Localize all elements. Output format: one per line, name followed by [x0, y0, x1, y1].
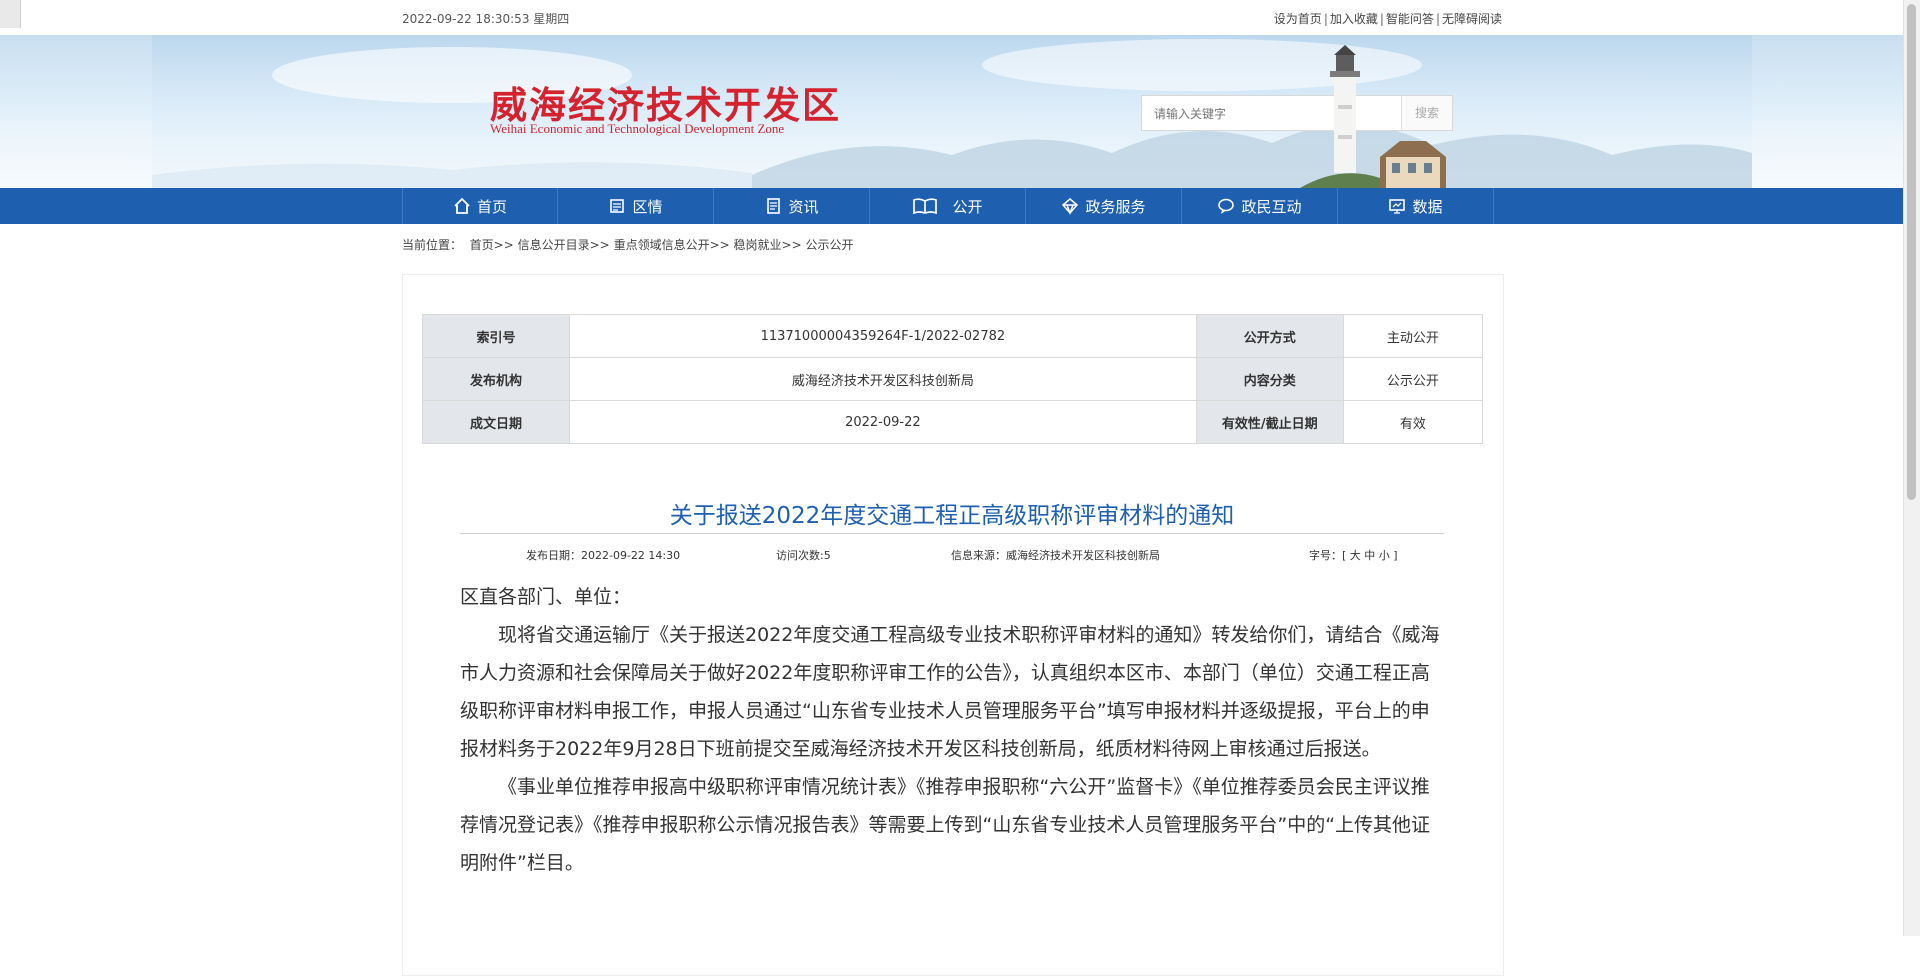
- category-label: 内容分类: [1195, 357, 1344, 401]
- document-icon: [767, 198, 781, 214]
- breadcrumb-sep: >>: [493, 238, 514, 252]
- banner-background: [152, 35, 1752, 188]
- publisher-label: 发布机构: [422, 357, 570, 401]
- nav-label: 资讯: [788, 197, 819, 216]
- table-row: 索引号 11371000004359264F-1/2022-02782 公开方式…: [422, 314, 1484, 358]
- title-divider: [460, 533, 1444, 534]
- monitor-icon: [1389, 199, 1406, 214]
- breadcrumb-key-areas[interactable]: 重点领域信息公开: [614, 238, 710, 252]
- article-title: 关于报送2022年度交通工程正高级职称评审材料的通知: [669, 503, 1235, 529]
- news-paper-icon: [610, 199, 625, 213]
- breadcrumb-public-notice[interactable]: 公示公开: [805, 238, 853, 252]
- breadcrumb-sep: >>: [589, 238, 610, 252]
- nav-item-data[interactable]: 数据: [1338, 188, 1494, 224]
- current-datetime: 2022-09-22 18:30:53 星期四: [402, 12, 570, 26]
- header-banner: 威海经济技术开发区 Weihai Economic and Technologi…: [0, 35, 1904, 188]
- body-paragraph: 《事业单位推荐申报高中级职称评审情况统计表》《推荐申报职称“六公开”监督卡》《单…: [460, 776, 1431, 874]
- table-row: 成文日期 2022-09-22 有效性/截止日期 有效: [422, 400, 1484, 444]
- nav-item-news[interactable]: 资讯: [714, 188, 870, 224]
- breadcrumb-home[interactable]: 首页: [470, 238, 494, 252]
- corner-button[interactable]: [0, 0, 21, 28]
- nav-label: 首页: [476, 197, 507, 216]
- main-nav: 首页 区情 资讯 公开 政务服务 政民互动 数据: [0, 188, 1904, 224]
- chat-icon: [1218, 198, 1235, 214]
- written-date-label: 成文日期: [422, 400, 570, 444]
- home-icon: [454, 197, 470, 214]
- font-size-switcher[interactable]: 字号：[ 大 中 小 ]: [1309, 547, 1398, 563]
- nav-item-district[interactable]: 区情: [558, 188, 714, 224]
- validity-value: 有效: [1342, 400, 1484, 444]
- nav-item-interaction[interactable]: 政民互动: [1182, 188, 1338, 224]
- site-logo-english: Weihai Economic and Technological Develo…: [490, 121, 785, 136]
- metadata-table: 索引号 11371000004359264F-1/2022-02782 公开方式…: [422, 314, 1484, 444]
- index-number-value: 11371000004359264F-1/2022-02782: [569, 314, 1197, 358]
- nav-item-home[interactable]: 首页: [402, 188, 558, 224]
- table-row: 发布机构 威海经济技术开发区科技创新局 内容分类 公示公开: [422, 357, 1484, 401]
- nav-label: 公开: [952, 197, 983, 216]
- info-source: 信息来源：威海经济技术开发区科技创新局: [951, 549, 1160, 562]
- scroll-thumb[interactable]: [1907, 4, 1916, 500]
- nav-item-public[interactable]: 公开: [870, 188, 1026, 224]
- body-paragraph: 现将省交通运输厅《关于报送2022年度交通工程高级专业技术职称评审材料的通知》转…: [460, 624, 1440, 760]
- smart-qa-link[interactable]: 智能问答: [1386, 12, 1434, 26]
- index-number-label: 索引号: [422, 314, 570, 358]
- vertical-scrollbar[interactable]: [1903, 0, 1920, 936]
- breadcrumb-sep: >>: [781, 238, 802, 252]
- mountains-decoration: [152, 39, 1752, 188]
- add-favorite-link[interactable]: 加入收藏: [1330, 12, 1378, 26]
- breadcrumb-employment[interactable]: 稳岗就业: [734, 238, 782, 252]
- lighthouse-illustration: [1300, 45, 1446, 188]
- nav-label: 数据: [1412, 197, 1443, 216]
- set-homepage-link[interactable]: 设为首页: [1274, 12, 1322, 26]
- top-links: 设为首页 | 加入收藏 | 智能问答 | 无障碍阅读: [1273, 12, 1502, 26]
- article-body: 区直各部门、单位： 现将省交通运输厅《关于报送2022年度交通工程高级专业技术职…: [460, 578, 1444, 882]
- breadcrumb: 当前位置： 首页>> 信息公开目录>> 重点领域信息公开>> 稳岗就业>> 公示…: [402, 236, 853, 253]
- visit-count: 访问次数:5: [776, 549, 831, 562]
- diamond-icon: [1062, 198, 1079, 215]
- publish-date: 发布日期：2022-09-22 14:30: [526, 549, 681, 562]
- book-icon: [913, 198, 938, 215]
- disclosure-mode-value: 主动公开: [1342, 314, 1484, 358]
- nav-label: 政务服务: [1085, 197, 1146, 216]
- disclosure-mode-label: 公开方式: [1195, 314, 1344, 358]
- breadcrumb-sep: >>: [709, 238, 730, 252]
- category-value: 公示公开: [1342, 357, 1484, 401]
- breadcrumb-info-catalog[interactable]: 信息公开目录: [518, 238, 590, 252]
- top-bar: 2022-09-22 18:30:53 星期四 设为首页 | 加入收藏 | 智能问答 | 无…: [0, 0, 1904, 36]
- nav-label: 区情: [632, 197, 663, 216]
- salutation: 区直各部门、单位：: [460, 586, 632, 608]
- nav-label: 政民互动: [1241, 197, 1302, 216]
- written-date-value: 2022-09-22: [569, 400, 1197, 444]
- publisher-value: 威海经济技术开发区科技创新局: [569, 357, 1197, 401]
- validity-label: 有效性/截止日期: [1195, 400, 1344, 444]
- nav-item-gov-service[interactable]: 政务服务: [1026, 188, 1182, 224]
- breadcrumb-prefix: 当前位置：: [402, 238, 463, 252]
- accessible-reading-link[interactable]: 无障碍阅读: [1442, 12, 1502, 26]
